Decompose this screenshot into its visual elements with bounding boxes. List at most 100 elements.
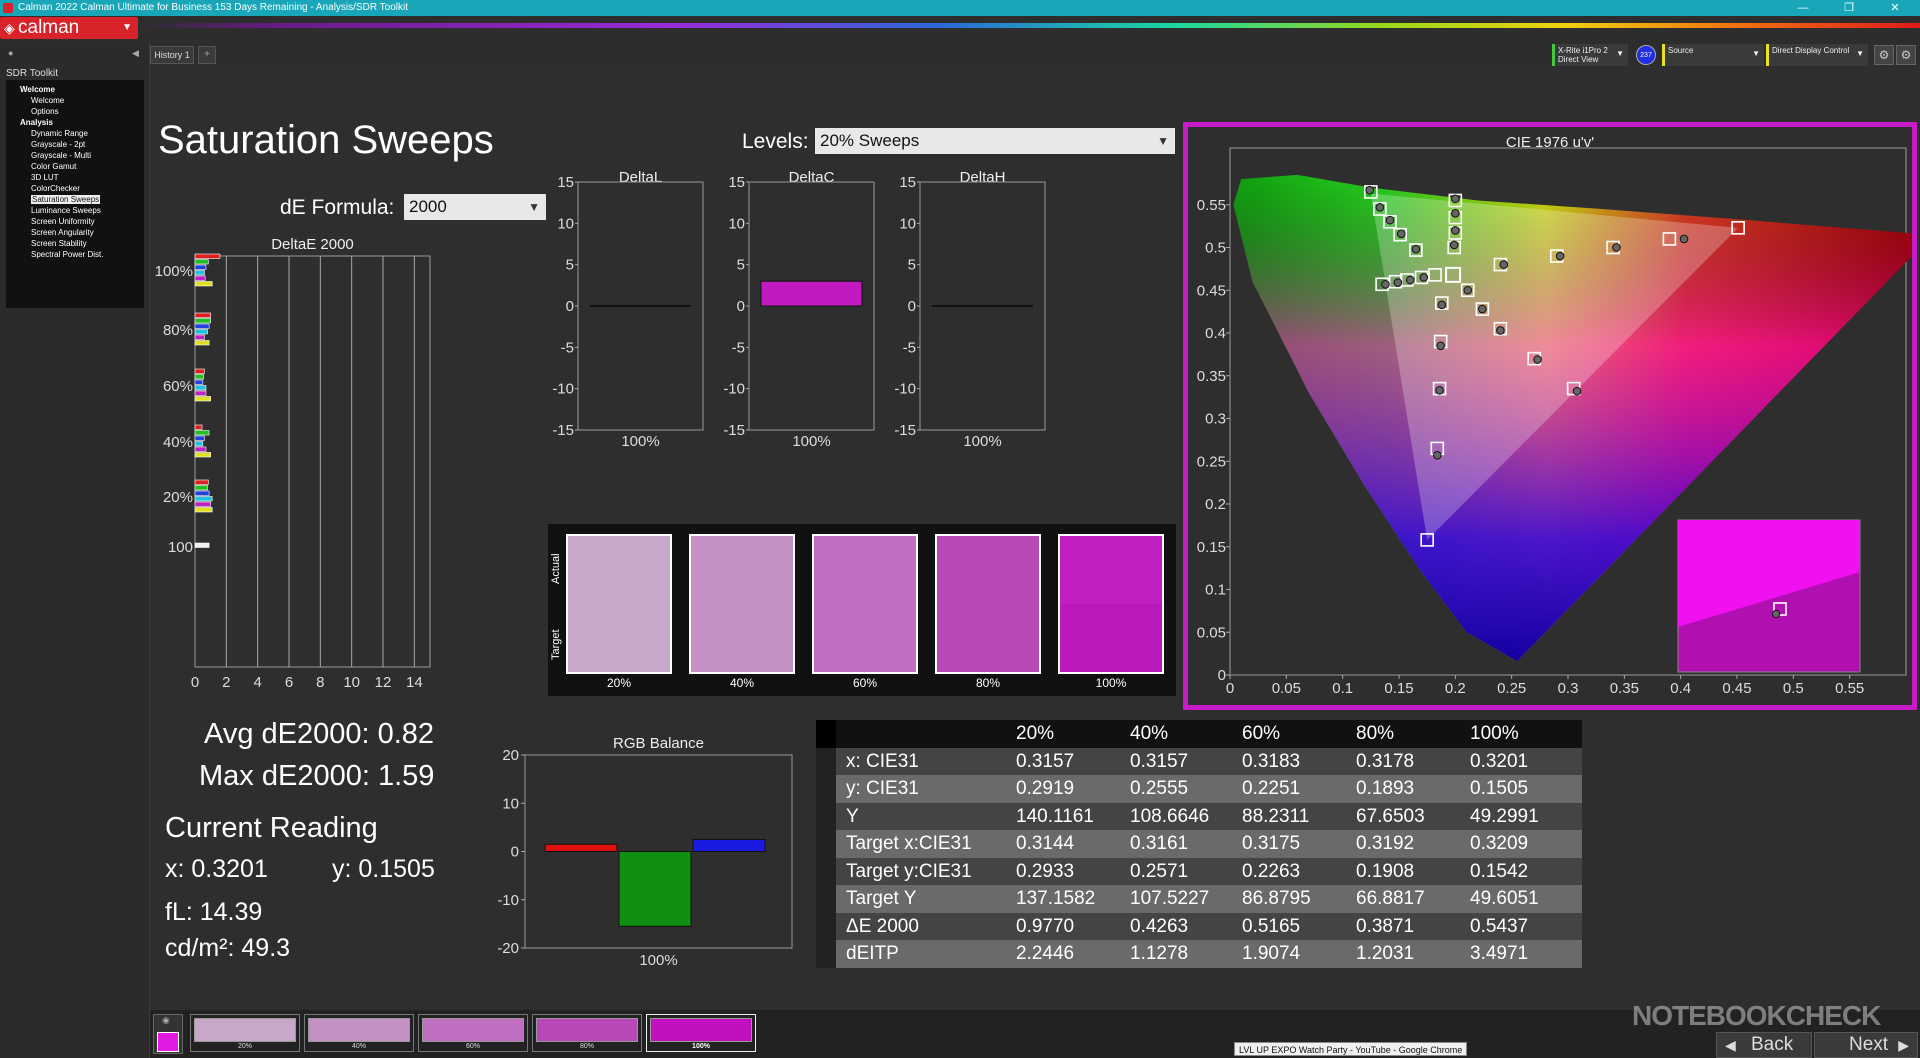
table-cell: x: CIE31 [846, 750, 919, 772]
deltae-bar [194, 446, 207, 452]
tree-item[interactable]: Options [6, 106, 144, 117]
table-header: 20% 40% 60% 80% 100% [816, 720, 1582, 748]
tree-item[interactable]: Luminance Sweeps [6, 205, 144, 216]
table-cell: 2.2446 [1016, 943, 1075, 964]
tree-section[interactable]: Welcome [6, 84, 144, 95]
column-header: 80% [1356, 723, 1395, 744]
tree-item[interactable]: 3D LUT [6, 172, 144, 183]
table-cell: 0.1505 [1470, 778, 1529, 799]
display-selector[interactable]: Direct Display Control ▼ [1766, 44, 1868, 66]
chart-title: DeltaE 2000 [271, 236, 354, 253]
minimize-button[interactable]: — [1780, 0, 1826, 16]
tree-item[interactable]: ColorChecker [6, 183, 144, 194]
table-cell: 88.2311 [1242, 805, 1310, 827]
tree-item[interactable]: Saturation Sweeps [6, 194, 144, 205]
calman-logo-menu[interactable]: ◈ calman ▼ [0, 17, 138, 39]
measured-marker [1449, 240, 1459, 250]
measured-marker [1555, 251, 1565, 261]
chevron-down-icon: ▼ [122, 22, 132, 33]
y-tick-label: 10 [728, 215, 745, 232]
y-tick-label: 0.25 [1197, 453, 1226, 470]
tree-item-label: Color Gamut [31, 162, 77, 171]
bottom-swatch[interactable]: 20% [190, 1014, 300, 1052]
tree-item[interactable]: Grayscale - 2pt [6, 139, 144, 150]
close-button[interactable]: ✕ [1872, 0, 1918, 16]
next-label: Next [1849, 1034, 1889, 1055]
tree-item-label: Grayscale - Multi [31, 151, 92, 160]
bottom-swatch[interactable]: 80% [532, 1014, 642, 1052]
levels-dropdown[interactable]: 20% Sweeps ▼ [815, 128, 1175, 154]
y-tick-label: 5 [737, 257, 745, 274]
x-tick-label: 12 [375, 674, 392, 691]
measured-marker [1437, 300, 1447, 310]
y-tick-label: -10 [894, 381, 916, 398]
bottom-swatch-color [422, 1018, 524, 1042]
zoom-measured-marker [1771, 609, 1781, 619]
column-header: 40% [1130, 723, 1169, 744]
x-tick-label: 10 [343, 674, 360, 691]
deltae-bar [194, 435, 205, 441]
bottom-swatch[interactable]: 100% [646, 1014, 756, 1052]
x-tick-label: 8 [316, 674, 324, 691]
meter-badge[interactable]: 237 [1636, 45, 1656, 65]
y-tick-label: 0 [908, 298, 916, 315]
bottom-swatch[interactable]: 60% [418, 1014, 528, 1052]
y-tick-label: -10 [497, 892, 519, 909]
next-button[interactable]: Next ▶ [1814, 1032, 1918, 1058]
back-button[interactable]: ◀ Back [1716, 1032, 1812, 1058]
x-tick-label: 0 [1226, 680, 1234, 697]
deltae-bar [194, 542, 210, 548]
y-tick-label: 0 [737, 298, 745, 315]
display-label: Direct Display Control [1772, 46, 1850, 55]
table-cell: 0.3183 [1242, 750, 1301, 772]
tree-item[interactable]: Dynamic Range [6, 128, 144, 139]
chevron-down-icon: ▼ [1157, 134, 1169, 148]
tree-section[interactable]: Analysis [6, 117, 144, 128]
collapse-icon[interactable]: ◀ [132, 48, 139, 59]
swatch [812, 534, 918, 674]
swatch [566, 534, 672, 674]
add-tab-button[interactable]: + [198, 46, 216, 64]
tree-item[interactable]: Color Gamut [6, 161, 144, 172]
eye-icon[interactable]: ◉ [162, 1015, 170, 1026]
tree-item[interactable]: Screen Angularity [6, 227, 144, 238]
maximize-button[interactable]: ❐ [1826, 0, 1872, 16]
tree-item[interactable]: Welcome [6, 95, 144, 106]
tree-item-label: Spectral Power Dist. [31, 250, 104, 259]
tab-history-1[interactable]: History 1 [150, 46, 194, 64]
table-cell: 0.9770 [1016, 915, 1075, 937]
y-tick-label: 20 [502, 747, 519, 764]
deltae-bar [194, 270, 205, 276]
table-cell: 0.1908 [1356, 860, 1415, 882]
meter-selector[interactable]: X-Rite i1Pro 2 Direct View ▼ [1552, 44, 1628, 66]
y-tick-label: 10 [899, 215, 916, 232]
page-title: Saturation Sweeps [158, 118, 494, 162]
bottom-swatch-label: 20% [237, 1043, 252, 1050]
tree-item[interactable]: Screen Uniformity [6, 216, 144, 227]
settings-icon[interactable]: ⚙ [1896, 45, 1916, 65]
gear-icon[interactable]: ⚙ [1874, 45, 1894, 65]
tree-item[interactable]: Screen Stability [6, 238, 144, 249]
y-tick-label: -5 [903, 339, 916, 356]
y-tick-label: 0.15 [1197, 539, 1226, 556]
chevron-down-icon: ▼ [1752, 49, 1760, 58]
deltae-bar [194, 441, 204, 447]
source-selector[interactable]: Source ▼ [1662, 44, 1764, 66]
tree-item-label: Luminance Sweeps [31, 206, 101, 215]
table-cell: 0.3178 [1356, 750, 1415, 772]
table-cell: 0.5437 [1470, 915, 1529, 937]
cie-chart[interactable]: CIE 1976 u'v'0 0.05 0.1 0.15 0.2 0.25 0.3 0.35 0… [1188, 127, 1912, 705]
measured-marker [1375, 203, 1385, 212]
deltae-bar [194, 312, 211, 318]
deltae-bar [194, 430, 210, 436]
x-tick-label: 0.1 [1332, 680, 1353, 697]
bottom-swatch[interactable]: 40% [304, 1014, 414, 1052]
current-fl: fL: 14.39 [165, 898, 263, 926]
tree-item[interactable]: Spectral Power Dist. [6, 249, 144, 260]
current-y: y: 0.1505 [332, 855, 435, 883]
tree-item[interactable]: Grayscale - Multi [6, 150, 144, 161]
delta-lch-charts: DeltaL151050-5-10-15100%DeltaC151050-5-1… [552, 170, 1046, 450]
pin-icon[interactable]: ● [8, 48, 13, 58]
measured-marker [1463, 285, 1473, 295]
de-formula-dropdown[interactable]: 2000 ▼ [404, 194, 546, 220]
